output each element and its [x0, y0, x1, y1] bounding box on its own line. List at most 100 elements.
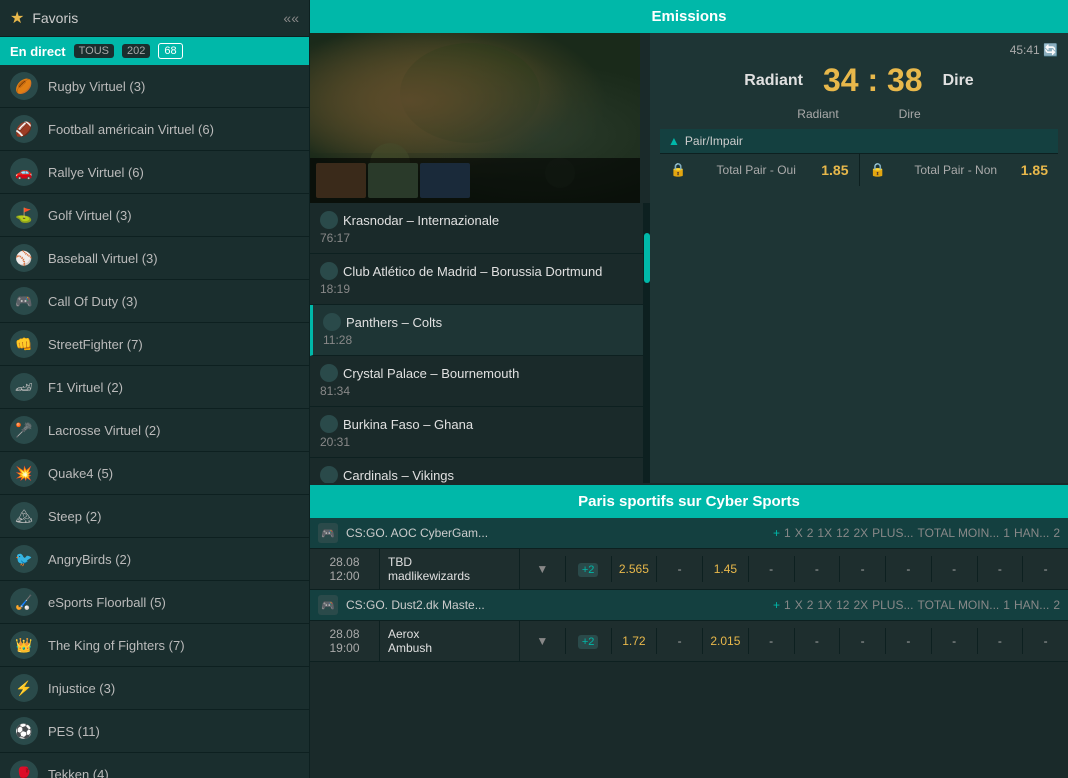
sidebar-item-1[interactable]: 🏈 Football américain Virtuel (6) — [0, 108, 309, 151]
score-sep: : — [867, 62, 878, 98]
col-total-0: TOTAL MOIN... — [917, 526, 999, 540]
odds-value-1[interactable]: 1.85 — [821, 162, 848, 178]
handicap-0-0[interactable]: +2 — [566, 556, 612, 582]
odds-0-0-6: - — [886, 556, 932, 582]
thumb-2[interactable] — [368, 163, 418, 198]
sidebar-item-11[interactable]: 🐦 AngryBirds (2) — [0, 538, 309, 581]
col-2b-0: 2 — [1053, 526, 1060, 540]
score-label1: Radiant — [797, 107, 838, 121]
match-item-4[interactable]: Burkina Faso – Ghana 20:31 — [310, 407, 643, 458]
match-score-3: 81:34 — [320, 384, 633, 398]
sidebar-item-5[interactable]: 🎮 Call Of Duty (3) — [0, 280, 309, 323]
score-main: Radiant 34 : 38 Dire — [660, 62, 1058, 99]
sidebar-item-14[interactable]: ⚡ Injustice (3) — [0, 667, 309, 710]
match-item-3[interactable]: Crystal Palace – Bournemouth 81:34 — [310, 356, 643, 407]
paris-title: Paris sportifs sur Cyber Sports — [578, 493, 800, 510]
teams-col-0-0: TBD madlikewizards — [380, 549, 520, 589]
sidebar-item-8[interactable]: 🥍 Lacrosse Virtuel (2) — [0, 409, 309, 452]
sidebar-item-label-7: F1 Virtuel (2) — [48, 380, 299, 395]
sidebar-item-4[interactable]: ⚾ Baseball Virtuel (3) — [0, 237, 309, 280]
match-row-4: Burkina Faso – Ghana — [320, 415, 633, 433]
match-item-1[interactable]: Club Atlético de Madrid – Borussia Dortm… — [310, 254, 643, 305]
col-1-1: 1 — [784, 598, 791, 612]
match-icon-4 — [320, 415, 338, 433]
score-label2: Dire — [899, 107, 921, 121]
time-1-0: 19:00 — [316, 641, 373, 655]
thumb-1[interactable] — [316, 163, 366, 198]
odds-1-0-0[interactable]: 1.72 — [612, 628, 658, 654]
sidebar-item-12[interactable]: 🏑 eSports Floorball (5) — [0, 581, 309, 624]
sidebar-item-label-14: Injustice (3) — [48, 681, 299, 696]
match-item-0[interactable]: Krasnodar – Internazionale 76:17 — [310, 203, 643, 254]
match-icon-2 — [323, 313, 341, 331]
odds-0-0-8: - — [978, 556, 1024, 582]
expand-btn-1-0[interactable]: ▼ — [531, 634, 553, 648]
plus-icon-1[interactable]: + — [773, 598, 780, 612]
section-header-1: 🎮 CS:GO. Dust2.dk Maste... + 1 X 2 1X 12… — [310, 590, 1068, 621]
en-direct-row[interactable]: En direct TOUS 202 68 — [0, 37, 309, 65]
sidebar-item-0[interactable]: 🏉 Rugby Virtuel (3) — [0, 65, 309, 108]
lock-icon-2: 🔒 — [870, 162, 886, 178]
plus-icon-0[interactable]: + — [773, 526, 780, 540]
left-panel: Krasnodar – Internazionale 76:17 Club At… — [310, 33, 650, 483]
odds-0-0-0[interactable]: 2.565 — [612, 556, 658, 582]
col-2-1: 2 — [807, 598, 814, 612]
col-1x-0: 1X — [817, 526, 832, 540]
paris-sections: 🎮 CS:GO. AOC CyberGam... + 1 X 2 1X 12 2… — [310, 518, 1068, 662]
sidebar-item-icon-15: ⚽ — [10, 717, 38, 745]
sidebar-item-15[interactable]: ⚽ PES (11) — [0, 710, 309, 753]
pair-impair-header: ▲ Pair/Impair — [660, 129, 1058, 153]
odds-0-0-2[interactable]: 1.45 — [703, 556, 749, 582]
sidebar-header: ★ Favoris «« — [0, 0, 309, 37]
sidebar-item-icon-0: 🏉 — [10, 72, 38, 100]
expand-1-0[interactable]: ▼ — [520, 628, 566, 654]
col-x-0: X — [795, 526, 803, 540]
match-item-2[interactable]: Panthers – Colts 11:28 — [310, 305, 643, 356]
match-title-5: Cardinals – Vikings — [343, 468, 454, 483]
arrow-icon: ▲ — [668, 134, 680, 148]
sidebar-item-3[interactable]: ⛳ Golf Virtuel (3) — [0, 194, 309, 237]
sidebar-item-13[interactable]: 👑 The King of Fighters (7) — [0, 624, 309, 667]
time-0-0: 12:00 — [316, 569, 373, 583]
expand-0-0[interactable]: ▼ — [520, 556, 566, 582]
match-title-1: Club Atlético de Madrid – Borussia Dortm… — [343, 264, 602, 279]
odds-value-2[interactable]: 1.85 — [1021, 162, 1048, 178]
lock-icon-1: 🔒 — [670, 162, 686, 178]
sidebar-item-label-15: PES (11) — [48, 724, 299, 739]
sidebar-item-10[interactable]: 🏔 Steep (2) — [0, 495, 309, 538]
col-2x-0: 2X — [853, 526, 868, 540]
handicap-1-0[interactable]: +2 — [566, 628, 612, 654]
sidebar-item-label-5: Call Of Duty (3) — [48, 294, 299, 309]
odds-1-0-2[interactable]: 2.015 — [703, 628, 749, 654]
sidebar-item-icon-10: 🏔 — [10, 502, 38, 530]
expand-btn-0-0[interactable]: ▼ — [531, 562, 553, 576]
score-display: 34 : 38 — [823, 62, 923, 99]
match-title-2: Panthers – Colts — [346, 315, 442, 330]
collapse-button[interactable]: «« — [283, 10, 299, 26]
scrollbar[interactable] — [644, 203, 650, 483]
col-2b-1: 2 — [1053, 598, 1060, 612]
sidebar-item-label-10: Steep (2) — [48, 509, 299, 524]
score1: 34 — [823, 62, 859, 98]
section-title-0: CS:GO. AOC CyberGam... — [346, 526, 765, 540]
match-list-wrapper: Krasnodar – Internazionale 76:17 Club At… — [310, 203, 650, 483]
sidebar-item-9[interactable]: 💥 Quake4 (5) — [0, 452, 309, 495]
sidebar-title: Favoris — [32, 10, 275, 26]
odds-label-2: Total Pair - Non — [914, 163, 997, 177]
score-timer: 45:41 🔄 — [660, 43, 1058, 57]
odds-row: 🔒 Total Pair - Oui 1.85 🔒 Total Pair - N… — [660, 153, 1058, 186]
thumb-3[interactable] — [420, 163, 470, 198]
paris-row-0-0: 28.08 12:00 TBD madlikewizards ▼ +2 2.56… — [310, 549, 1068, 590]
badge-count1: 202 — [122, 44, 150, 58]
sidebar-item-7[interactable]: 🏎 F1 Virtuel (2) — [0, 366, 309, 409]
match-item-5[interactable]: Cardinals – Vikings 03:00 — [310, 458, 643, 483]
emissions-content: Krasnodar – Internazionale 76:17 Club At… — [310, 33, 1068, 483]
odds-0-0-7: - — [932, 556, 978, 582]
sidebar-item-label-0: Rugby Virtuel (3) — [48, 79, 299, 94]
sidebar-item-6[interactable]: 👊 StreetFighter (7) — [0, 323, 309, 366]
match-row-0: Krasnodar – Internazionale — [320, 211, 633, 229]
sidebar-item-16[interactable]: 🥊 Tekken (4) — [0, 753, 309, 778]
sidebar-item-2[interactable]: 🚗 Rallye Virtuel (6) — [0, 151, 309, 194]
sidebar-item-icon-2: 🚗 — [10, 158, 38, 186]
badge-tous[interactable]: TOUS — [74, 44, 114, 58]
